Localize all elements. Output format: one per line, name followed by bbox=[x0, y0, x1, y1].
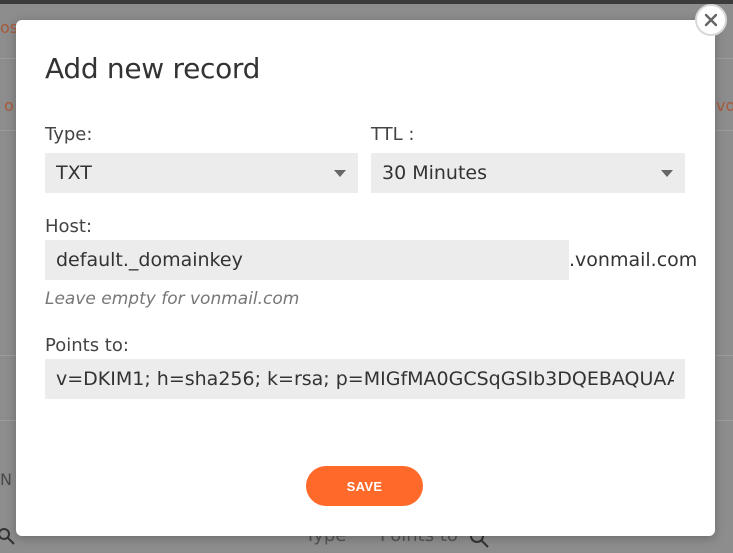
close-icon bbox=[704, 13, 718, 27]
host-domain-suffix: .vonmail.com bbox=[569, 249, 698, 271]
type-label: Type: bbox=[45, 124, 93, 145]
host-input[interactable]: default._domainkey bbox=[45, 240, 569, 280]
type-select-value: TXT bbox=[56, 162, 92, 184]
background-top-bar bbox=[0, 0, 733, 4]
dialog-title: Add new record bbox=[45, 52, 261, 85]
background-text-fragment: N bbox=[0, 470, 12, 489]
chevron-down-icon bbox=[661, 170, 673, 177]
close-button[interactable] bbox=[695, 4, 727, 36]
type-select[interactable]: TXT bbox=[45, 153, 358, 193]
ttl-select[interactable]: 30 Minutes bbox=[371, 153, 685, 193]
background-text-fragment: o bbox=[4, 96, 14, 115]
host-help-text: Leave empty for vonmail.com bbox=[45, 289, 300, 309]
background-search-icon bbox=[0, 528, 15, 545]
ttl-label: TTL : bbox=[371, 124, 415, 145]
save-button[interactable]: SAVE bbox=[306, 466, 423, 506]
points-to-label: Points to: bbox=[45, 335, 129, 356]
points-to-input-value: v=DKIM1; h=sha256; k=rsa; p=MIGfMA0GCSqG… bbox=[56, 368, 674, 390]
host-label: Host: bbox=[45, 216, 93, 237]
points-to-input[interactable]: v=DKIM1; h=sha256; k=rsa; p=MIGfMA0GCSqG… bbox=[45, 359, 685, 399]
host-input-value: default._domainkey bbox=[56, 249, 243, 271]
ttl-select-value: 30 Minutes bbox=[382, 162, 488, 184]
background-text-fragment: vo bbox=[716, 96, 733, 115]
chevron-down-icon bbox=[334, 170, 346, 177]
